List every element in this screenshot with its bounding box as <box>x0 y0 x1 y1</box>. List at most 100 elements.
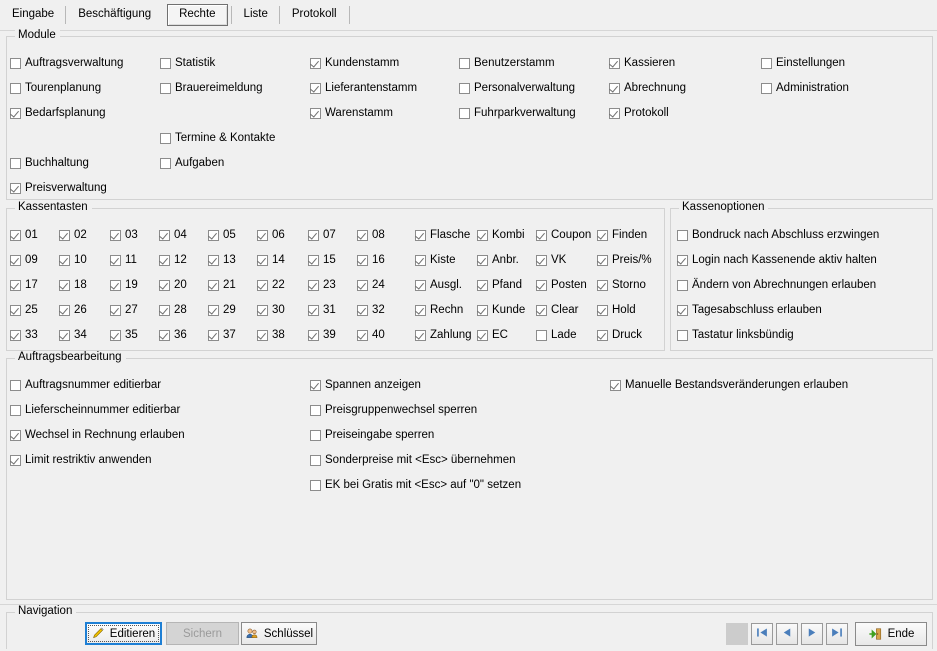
module-checkbox-administration[interactable]: Administration <box>761 82 849 95</box>
kassentaste-07[interactable]: 07 <box>308 229 336 242</box>
tab-besch-ftigung[interactable]: Beschäftigung <box>65 4 163 26</box>
checkbox-checked-icon[interactable] <box>10 330 21 341</box>
checkbox-unchecked-icon[interactable] <box>761 83 772 94</box>
module-checkbox-bedarfsplanung[interactable]: Bedarfsplanung <box>10 107 106 120</box>
checkbox-checked-icon[interactable] <box>609 83 620 94</box>
checkbox-checked-icon[interactable] <box>159 305 170 316</box>
checkbox-unchecked-icon[interactable] <box>677 230 688 241</box>
checkbox-checked-icon[interactable] <box>415 330 426 341</box>
kassentaste-38[interactable]: 38 <box>257 329 285 342</box>
kassentaste-fn-pfand[interactable]: Pfand <box>477 279 522 292</box>
kassentaste-22[interactable]: 22 <box>257 279 285 292</box>
kassentaste-fn-druck[interactable]: Druck <box>597 329 642 342</box>
kassentaste-fn-rechn[interactable]: Rechn <box>415 304 463 317</box>
kassentaste-17[interactable]: 17 <box>10 279 38 292</box>
checkbox-checked-icon[interactable] <box>677 305 688 316</box>
kassentaste-fn-preis[interactable]: Preis/% <box>597 254 652 267</box>
module-checkbox-kundenstamm[interactable]: Kundenstamm <box>310 57 399 70</box>
checkbox-checked-icon[interactable] <box>10 305 21 316</box>
kassentaste-37[interactable]: 37 <box>208 329 236 342</box>
auftrag-option-sonderpreise-mit-esc-übernehmen[interactable]: Sonderpreise mit <Esc> übernehmen <box>310 454 516 467</box>
checkbox-checked-icon[interactable] <box>310 58 321 69</box>
kassentaste-02[interactable]: 02 <box>59 229 87 242</box>
kassentaste-35[interactable]: 35 <box>110 329 138 342</box>
kassentaste-08[interactable]: 08 <box>357 229 385 242</box>
module-checkbox-tourenplanung[interactable]: Tourenplanung <box>10 82 101 95</box>
kassentaste-30[interactable]: 30 <box>257 304 285 317</box>
checkbox-unchecked-icon[interactable] <box>10 380 21 391</box>
module-checkbox-abrechnung[interactable]: Abrechnung <box>609 82 686 95</box>
kassentaste-fn-coupon[interactable]: Coupon <box>536 229 591 242</box>
kassentaste-31[interactable]: 31 <box>308 304 336 317</box>
checkbox-checked-icon[interactable] <box>159 330 170 341</box>
module-checkbox-fuhrparkverwaltung[interactable]: Fuhrparkverwaltung <box>459 107 576 120</box>
kassentaste-01[interactable]: 01 <box>10 229 38 242</box>
checkbox-unchecked-icon[interactable] <box>310 480 321 491</box>
checkbox-checked-icon[interactable] <box>357 230 368 241</box>
checkbox-checked-icon[interactable] <box>10 430 21 441</box>
kassentaste-29[interactable]: 29 <box>208 304 236 317</box>
module-checkbox-buchhaltung[interactable]: Buchhaltung <box>10 157 89 170</box>
kassentaste-27[interactable]: 27 <box>110 304 138 317</box>
kassentaste-fn-kunde[interactable]: Kunde <box>477 304 525 317</box>
tab-eingabe[interactable]: Eingabe <box>0 4 66 26</box>
checkbox-unchecked-icon[interactable] <box>160 58 171 69</box>
kassentaste-10[interactable]: 10 <box>59 254 87 267</box>
kassentaste-20[interactable]: 20 <box>159 279 187 292</box>
last-record-button[interactable] <box>826 623 848 645</box>
checkbox-checked-icon[interactable] <box>597 330 608 341</box>
checkbox-checked-icon[interactable] <box>59 255 70 266</box>
kassentaste-15[interactable]: 15 <box>308 254 336 267</box>
kassentaste-fn-zahlung[interactable]: Zahlung <box>415 329 472 342</box>
checkbox-checked-icon[interactable] <box>477 230 488 241</box>
module-checkbox-benutzerstamm[interactable]: Benutzerstamm <box>459 57 555 70</box>
kassentaste-fn-kiste[interactable]: Kiste <box>415 254 456 267</box>
checkbox-checked-icon[interactable] <box>597 255 608 266</box>
checkbox-checked-icon[interactable] <box>536 230 547 241</box>
kassentaste-fn-hold[interactable]: Hold <box>597 304 636 317</box>
kassentaste-06[interactable]: 06 <box>257 229 285 242</box>
checkbox-checked-icon[interactable] <box>208 280 219 291</box>
checkbox-checked-icon[interactable] <box>310 380 321 391</box>
kassentaste-40[interactable]: 40 <box>357 329 385 342</box>
checkbox-checked-icon[interactable] <box>536 280 547 291</box>
checkbox-checked-icon[interactable] <box>357 255 368 266</box>
kassentaste-fn-vk[interactable]: VK <box>536 254 566 267</box>
checkbox-checked-icon[interactable] <box>257 330 268 341</box>
checkbox-checked-icon[interactable] <box>110 255 121 266</box>
checkbox-checked-icon[interactable] <box>308 305 319 316</box>
checkbox-unchecked-icon[interactable] <box>310 455 321 466</box>
checkbox-checked-icon[interactable] <box>310 83 321 94</box>
kassentaste-05[interactable]: 05 <box>208 229 236 242</box>
kassenoption-ändern-von-abrechnungen-erlauben[interactable]: Ändern von Abrechnungen erlauben <box>677 279 876 292</box>
kassentaste-fn-ec[interactable]: EC <box>477 329 508 342</box>
first-record-button[interactable] <box>751 623 773 645</box>
checkbox-checked-icon[interactable] <box>59 280 70 291</box>
kassentaste-fn-anbr[interactable]: Anbr. <box>477 254 519 267</box>
checkbox-checked-icon[interactable] <box>310 108 321 119</box>
checkbox-checked-icon[interactable] <box>110 230 121 241</box>
module-checkbox-lieferantenstamm[interactable]: Lieferantenstamm <box>310 82 417 95</box>
kassentaste-25[interactable]: 25 <box>10 304 38 317</box>
auftrag-option-lieferscheinnummer-editierbar[interactable]: Lieferscheinnummer editierbar <box>10 404 180 417</box>
kassentaste-39[interactable]: 39 <box>308 329 336 342</box>
checkbox-unchecked-icon[interactable] <box>310 405 321 416</box>
checkbox-checked-icon[interactable] <box>10 108 21 119</box>
auftrag-option-preisgruppenwechsel-sperren[interactable]: Preisgruppenwechsel sperren <box>310 404 477 417</box>
tab-protokoll[interactable]: Protokoll <box>278 4 349 26</box>
kassentaste-fn-kombi[interactable]: Kombi <box>477 229 525 242</box>
checkbox-checked-icon[interactable] <box>208 230 219 241</box>
checkbox-checked-icon[interactable] <box>208 330 219 341</box>
kassentaste-fn-lade[interactable]: Lade <box>536 329 577 342</box>
checkbox-checked-icon[interactable] <box>10 280 21 291</box>
kassentaste-26[interactable]: 26 <box>59 304 87 317</box>
kassentaste-11[interactable]: 11 <box>110 254 137 267</box>
kassentaste-18[interactable]: 18 <box>59 279 87 292</box>
key-button[interactable]: Schlüssel <box>241 622 317 645</box>
checkbox-unchecked-icon[interactable] <box>761 58 772 69</box>
checkbox-checked-icon[interactable] <box>257 280 268 291</box>
auftrag-option-spannen-anzeigen[interactable]: Spannen anzeigen <box>310 379 421 392</box>
checkbox-checked-icon[interactable] <box>208 255 219 266</box>
checkbox-unchecked-icon[interactable] <box>459 83 470 94</box>
checkbox-unchecked-icon[interactable] <box>160 158 171 169</box>
